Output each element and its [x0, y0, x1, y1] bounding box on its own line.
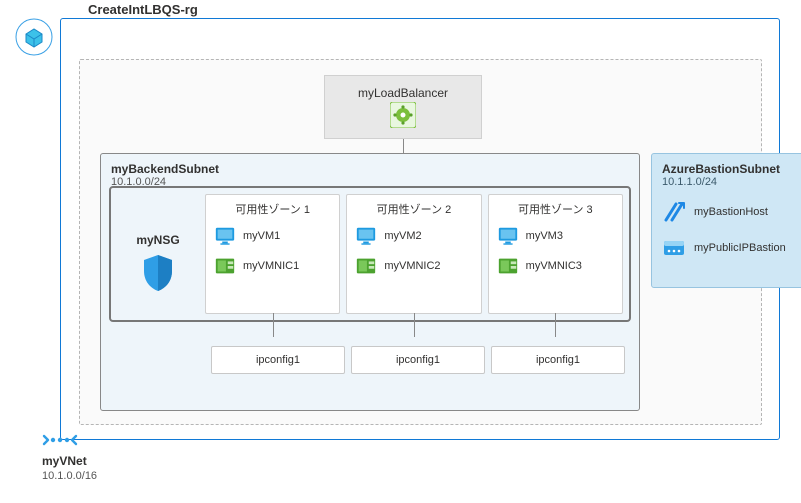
zone-1-title: 可用性ゾーン 1 — [212, 201, 333, 217]
zone-1-connector — [273, 313, 274, 337]
zone-1-vm-label: myVM1 — [243, 230, 280, 242]
zone-1-vm: myVM1 — [214, 225, 331, 247]
vnet-icon — [42, 430, 78, 450]
resource-group-icon — [15, 18, 53, 56]
availability-zone-3: 可用性ゾーン 3 myVM3 myVMNIC3 — [488, 194, 623, 314]
nsg-zone-container: myNSG 可用性ゾーン 1 myVM1 — [109, 186, 631, 322]
bastion-subnet-box: AzureBastionSubnet 10.1.1.0/24 myBastion… — [651, 153, 801, 288]
bastion-subnet-cidr: 10.1.1.0/24 — [662, 176, 801, 188]
nic-icon — [355, 255, 377, 277]
bastion-subnet-title: AzureBastionSubnet — [662, 162, 801, 176]
ipconfig-row: ipconfig1 ipconfig1 ipconfig1 — [211, 346, 625, 374]
zone-2-nic: myVMNIC2 — [355, 255, 472, 277]
resource-group-title: CreateIntLBQS-rg — [88, 2, 198, 17]
load-balancer-icon — [390, 102, 416, 128]
vm-icon — [355, 225, 377, 247]
zone-3-title: 可用性ゾーン 3 — [495, 201, 616, 217]
zones-row: 可用性ゾーン 1 myVM1 myVMNIC1 可用性ゾーン 2 — [205, 188, 629, 320]
ipconfig-3: ipconfig1 — [491, 346, 625, 374]
bastion-pip-row: myPublicIPBastion — [662, 236, 801, 260]
availability-zone-2: 可用性ゾーン 2 myVM2 myVMNIC2 — [346, 194, 481, 314]
zone-2-title: 可用性ゾーン 2 — [353, 201, 474, 217]
bastion-pip-label: myPublicIPBastion — [694, 242, 786, 254]
load-balancer-box: myLoadBalancer — [324, 75, 482, 139]
backend-subnet-title: myBackendSubnet — [111, 162, 629, 176]
nic-icon — [497, 255, 519, 277]
shield-icon — [141, 253, 175, 293]
zone-3-vm-label: myVM3 — [526, 230, 563, 242]
zone-2-vm-label: myVM2 — [384, 230, 421, 242]
nic-icon — [214, 255, 236, 277]
vnet-container: myLoadBalancer TestVM my — [79, 59, 762, 425]
zone-3-connector — [555, 313, 556, 337]
vnet-label: myVNet — [42, 454, 87, 468]
resource-group-container: myLoadBalancer TestVM my — [60, 18, 780, 440]
ipconfig-1: ipconfig1 — [211, 346, 345, 374]
nsg-label: myNSG — [136, 233, 179, 247]
zone-2-nic-label: myVMNIC2 — [384, 260, 440, 272]
zone-1-nic-label: myVMNIC1 — [243, 260, 299, 272]
public-ip-icon — [662, 236, 686, 260]
vm-icon — [497, 225, 519, 247]
bastion-icon — [662, 200, 686, 224]
zone-2-connector — [414, 313, 415, 337]
vm-icon — [214, 225, 236, 247]
zone-3-vm: myVM3 — [497, 225, 614, 247]
bastion-host-label: myBastionHost — [694, 206, 768, 218]
backend-subnet-box: myBackendSubnet 10.1.0.0/24 myNSG 可用性ゾーン… — [100, 153, 640, 411]
zone-1-nic: myVMNIC1 — [214, 255, 331, 277]
ipconfig-2: ipconfig1 — [351, 346, 485, 374]
vnet-cidr: 10.1.0.0/16 — [42, 470, 97, 482]
zone-3-nic-label: myVMNIC3 — [526, 260, 582, 272]
load-balancer-label: myLoadBalancer — [358, 86, 448, 100]
zone-3-nic: myVMNIC3 — [497, 255, 614, 277]
zone-2-vm: myVM2 — [355, 225, 472, 247]
nsg-column: myNSG — [111, 188, 205, 320]
bastion-host-row: myBastionHost — [662, 200, 801, 224]
availability-zone-1: 可用性ゾーン 1 myVM1 myVMNIC1 — [205, 194, 340, 314]
